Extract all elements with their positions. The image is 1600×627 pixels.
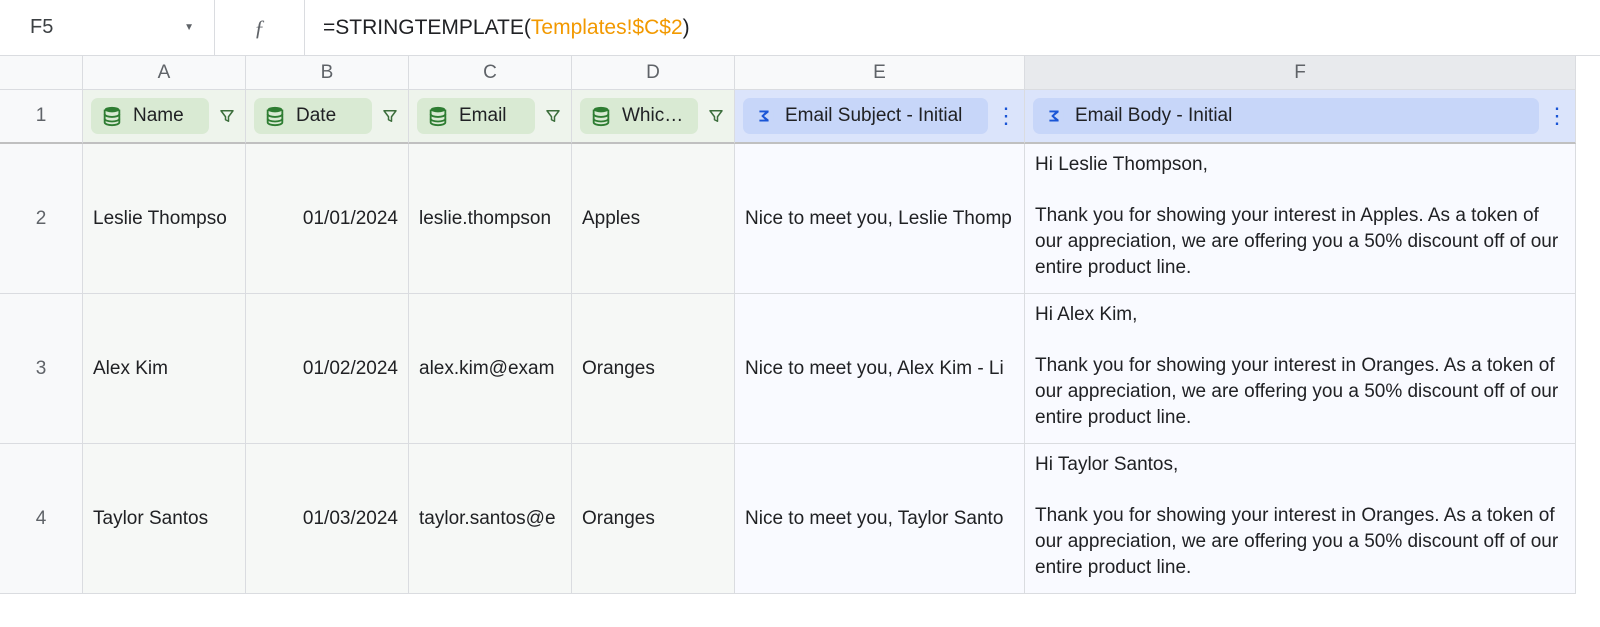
row-header-4[interactable]: 4 [0, 444, 83, 594]
row-header-1[interactable]: 1 [0, 90, 83, 144]
chevron-down-icon[interactable]: ▼ [184, 22, 194, 33]
cell-date[interactable]: 01/02/2024 [246, 294, 409, 444]
column-title: Email Body - Initial [1075, 105, 1529, 127]
column-title: Name [133, 105, 199, 127]
cell-name[interactable]: Taylor Santos [83, 444, 246, 594]
header-cell-e[interactable]: Email Subject - Initial ⋮ [735, 90, 1025, 144]
fx-icon: ƒ [215, 0, 305, 55]
cell-email[interactable]: alex.kim@exam [409, 294, 572, 444]
cell-body[interactable]: Hi Leslie Thompson,Thank you for showing… [1025, 144, 1576, 294]
cell-subject[interactable]: Nice to meet you, Alex Kim - Li [735, 294, 1025, 444]
formula-suffix: ) [683, 16, 690, 39]
cell-name[interactable]: Alex Kim [83, 294, 246, 444]
cell-email[interactable]: taylor.santos@e [409, 444, 572, 594]
column-header-d[interactable]: D [572, 56, 735, 90]
column-menu-icon[interactable]: ⋮ [1547, 103, 1567, 129]
column-header-b[interactable]: B [246, 56, 409, 90]
cell-which[interactable]: Apples [572, 144, 735, 294]
sigma-icon [1043, 105, 1065, 127]
header-cell-b[interactable]: Date [246, 90, 409, 144]
cell-body[interactable]: Hi Taylor Santos,Thank you for showing y… [1025, 444, 1576, 594]
column-title: Which… [622, 105, 688, 127]
header-cell-d[interactable]: Which… [572, 90, 735, 144]
database-icon [590, 105, 612, 127]
database-icon [264, 105, 286, 127]
cell-email[interactable]: leslie.thompson [409, 144, 572, 294]
cell-date[interactable]: 01/01/2024 [246, 144, 409, 294]
cell-subject[interactable]: Nice to meet you, Leslie Thomp [735, 144, 1025, 294]
column-title: Email [459, 105, 525, 127]
sigma-icon [753, 105, 775, 127]
formula-bar: F5 ▼ ƒ =STRINGTEMPLATE(Templates!$C$2) [0, 0, 1600, 56]
name-box[interactable]: F5 ▼ [0, 0, 215, 55]
filter-icon[interactable] [217, 107, 237, 125]
cell-which[interactable]: Oranges [572, 444, 735, 594]
cell-which[interactable]: Oranges [572, 294, 735, 444]
formula-prefix: =STRINGTEMPLATE( [323, 16, 531, 39]
row-header-3[interactable]: 3 [0, 294, 83, 444]
database-icon [101, 105, 123, 127]
formula-input[interactable]: =STRINGTEMPLATE(Templates!$C$2) [305, 16, 1600, 40]
header-cell-c[interactable]: Email [409, 90, 572, 144]
formula-ref: Templates!$C$2 [531, 16, 683, 39]
cell-date[interactable]: 01/03/2024 [246, 444, 409, 594]
column-header-e[interactable]: E [735, 56, 1025, 90]
column-title: Email Subject - Initial [785, 105, 978, 127]
spreadsheet-grid[interactable]: ABCDEF 1 Name Date Email Which… Email Sub… [0, 56, 1600, 594]
cell-name[interactable]: Leslie Thompso [83, 144, 246, 294]
column-header-f[interactable]: F [1025, 56, 1576, 90]
filter-icon[interactable] [706, 107, 726, 125]
column-header-a[interactable]: A [83, 56, 246, 90]
select-all-corner[interactable] [0, 56, 83, 90]
column-header-c[interactable]: C [409, 56, 572, 90]
database-icon [427, 105, 449, 127]
cell-subject[interactable]: Nice to meet you, Taylor Santo [735, 444, 1025, 594]
header-cell-a[interactable]: Name [83, 90, 246, 144]
filter-icon[interactable] [380, 107, 400, 125]
column-menu-icon[interactable]: ⋮ [996, 103, 1016, 129]
cell-body[interactable]: Hi Alex Kim,Thank you for showing your i… [1025, 294, 1576, 444]
header-cell-f[interactable]: Email Body - Initial ⋮ [1025, 90, 1576, 144]
filter-icon[interactable] [543, 107, 563, 125]
active-cell-ref: F5 [30, 16, 53, 39]
row-header-2[interactable]: 2 [0, 144, 83, 294]
column-title: Date [296, 105, 362, 127]
